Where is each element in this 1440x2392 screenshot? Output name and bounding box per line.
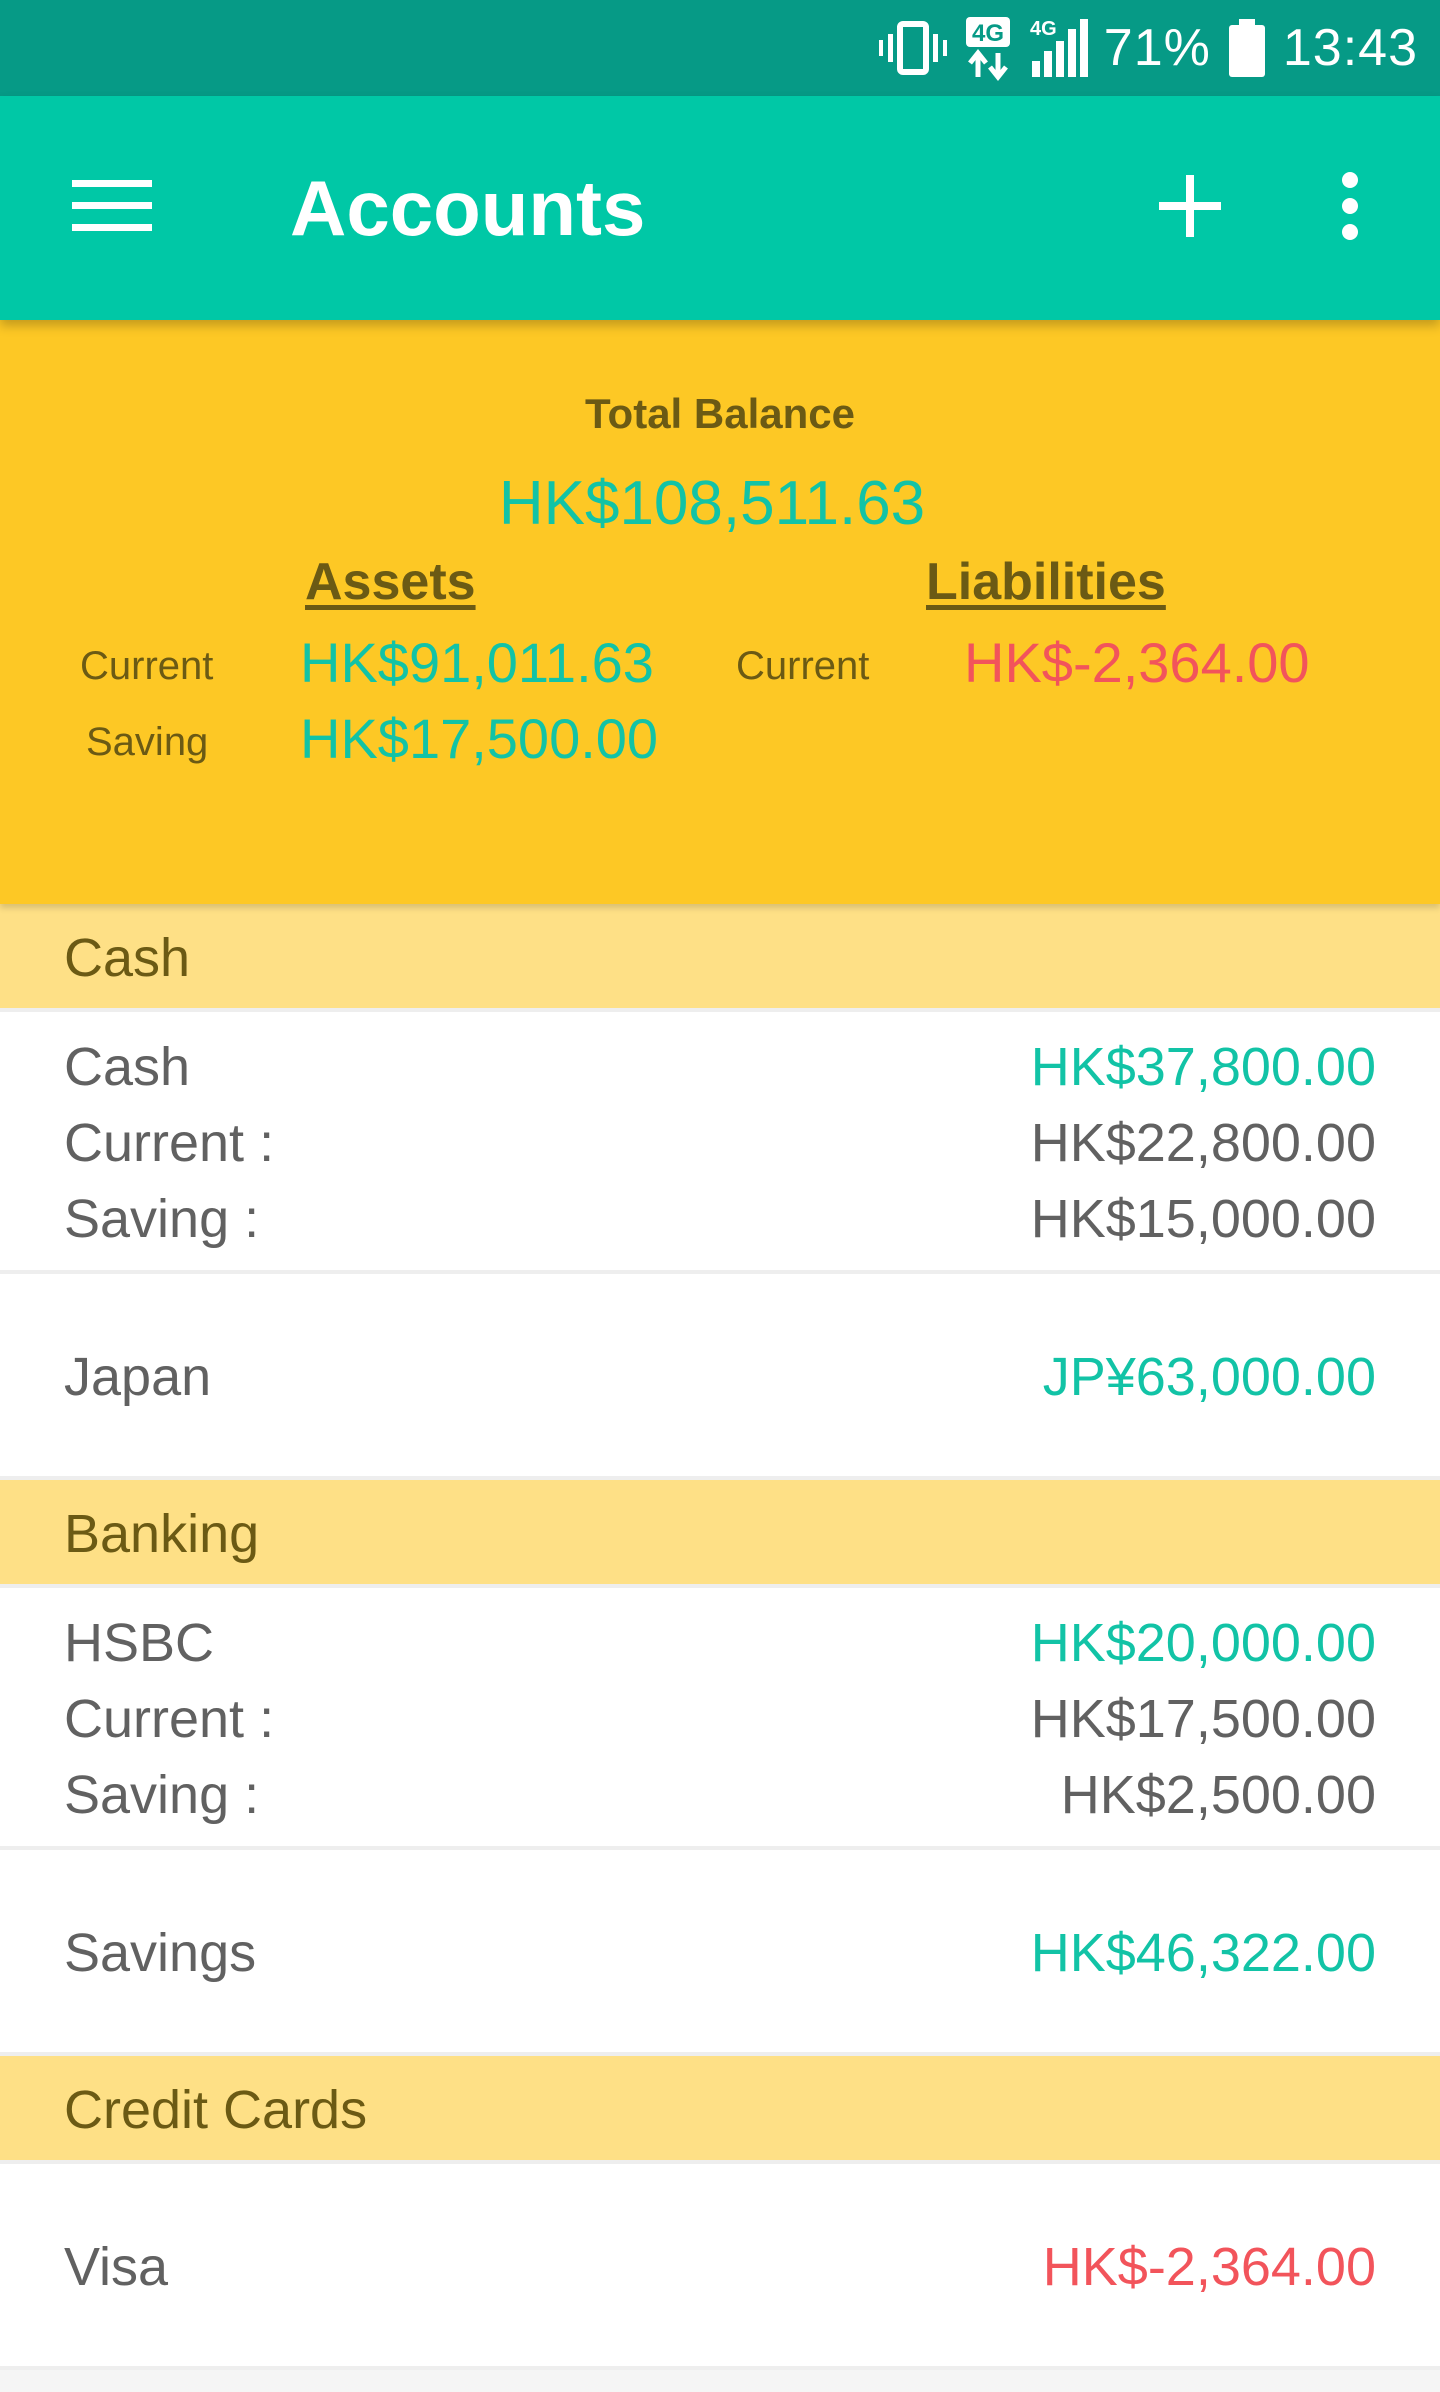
saving-label: Saving : <box>64 1189 260 1249</box>
page-title: Accounts <box>290 164 646 252</box>
account-amount: JP¥63,000.00 <box>1042 1347 1376 1407</box>
balance-summary: Total Balance HK$108,511.63 Assets Liabi… <box>0 320 1440 904</box>
liabilities-current-label: Current <box>736 644 870 688</box>
section-title: Credit Cards <box>64 2080 368 2140</box>
section-title: Banking <box>64 1504 260 1564</box>
section-title: Cash <box>64 928 191 988</box>
account-row-visa[interactable]: Visa HK$-2,364.00 <box>0 2164 1440 2370</box>
list-bottom-edge <box>0 2370 1440 2392</box>
assets-saving-value: HK$17,500.00 <box>300 707 659 770</box>
account-row-savings[interactable]: Savings HK$46,322.00 <box>0 1850 1440 2056</box>
status-icons: 4G 4G 71% 13:43 <box>878 0 1418 96</box>
menu-icon <box>72 178 152 239</box>
assets-header: Assets <box>305 553 476 611</box>
assets-current-value: HK$91,011.63 <box>300 631 654 694</box>
current-label: Current : <box>64 1689 275 1749</box>
section-header-banking: Banking <box>0 1480 1440 1588</box>
account-name: Japan <box>64 1347 212 1407</box>
account-row-hsbc[interactable]: HSBC HK$20,000.00 Current : HK$17,500.00… <box>0 1588 1440 1850</box>
add-icon <box>1159 174 1221 242</box>
account-name: Savings <box>64 1923 257 1983</box>
assets-current-label: Current <box>80 644 214 688</box>
current-value: HK$17,500.00 <box>1030 1689 1376 1749</box>
more-vert-icon <box>1338 171 1362 246</box>
section-header-credit-cards: Credit Cards <box>0 2056 1440 2164</box>
status-bar: 4G 4G 71% 13:43 <box>0 0 1440 96</box>
saving-value: HK$2,500.00 <box>1060 1765 1376 1825</box>
clock: 13:43 <box>1282 19 1418 77</box>
data-4g-icon: 4G <box>964 15 1012 81</box>
section-header-cash: Cash <box>0 904 1440 1012</box>
account-row-cash[interactable]: Cash HK$37,800.00 Current : HK$22,800.00… <box>0 1012 1440 1274</box>
account-name: Visa <box>64 2237 169 2297</box>
saving-label: Saving : <box>64 1765 260 1825</box>
liabilities-current-value: HK$-2,364.00 <box>964 631 1310 694</box>
account-row-japan[interactable]: Japan JP¥63,000.00 <box>0 1274 1440 1480</box>
account-amount: HK$46,322.00 <box>1030 1923 1376 1983</box>
account-amount: HK$-2,364.00 <box>1042 2237 1376 2297</box>
more-options-button[interactable] <box>1300 158 1400 258</box>
battery-icon <box>1227 17 1267 79</box>
assets-saving-label: Saving <box>86 720 209 764</box>
account-amount: HK$37,800.00 <box>1030 1037 1376 1097</box>
account-name: HSBC <box>64 1613 215 1673</box>
signal-icon: 4G <box>1028 15 1088 81</box>
total-balance-label: Total Balance <box>585 390 855 437</box>
add-account-button[interactable] <box>1140 158 1240 258</box>
menu-button[interactable] <box>56 166 168 250</box>
current-label: Current : <box>64 1113 275 1173</box>
liabilities-header: Liabilities <box>926 553 1166 611</box>
app-bar: Accounts <box>0 96 1440 320</box>
vibrate-icon <box>878 18 948 78</box>
svg-text:4G: 4G <box>972 20 1004 47</box>
total-balance-value: HK$108,511.63 <box>498 469 926 538</box>
account-name: Cash <box>64 1037 191 1097</box>
current-value: HK$22,800.00 <box>1030 1113 1376 1173</box>
battery-percent: 71% <box>1103 19 1211 77</box>
account-amount: HK$20,000.00 <box>1030 1613 1376 1673</box>
svg-text:4G: 4G <box>1030 18 1057 40</box>
saving-value: HK$15,000.00 <box>1030 1189 1376 1249</box>
